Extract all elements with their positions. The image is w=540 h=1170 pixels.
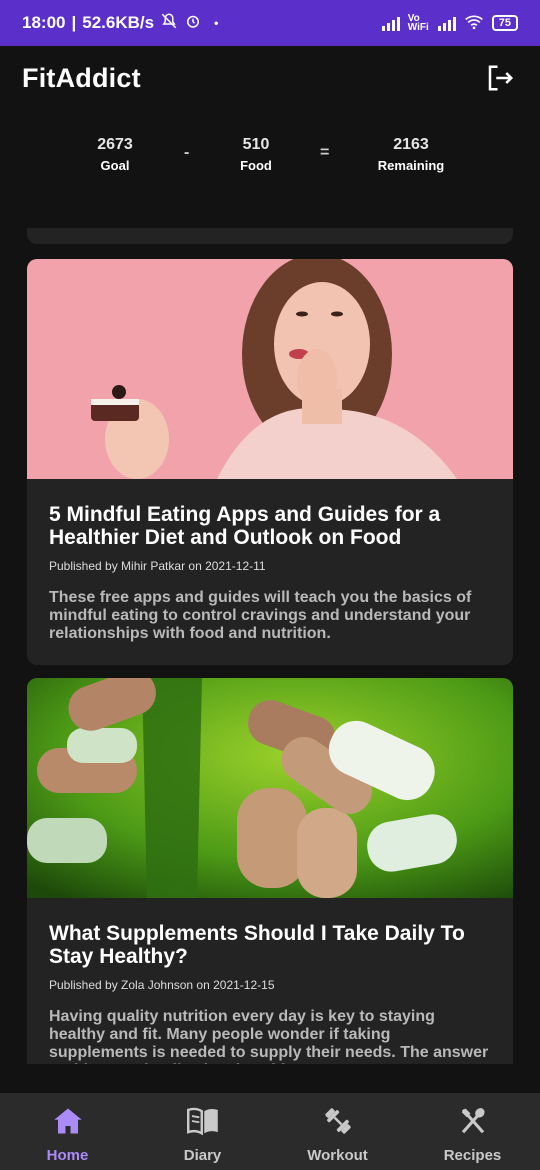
status-left: 18:00 | 52.6KB/s • [22, 12, 218, 35]
nav-diary[interactable]: Diary [135, 1093, 270, 1170]
food-value: 510 [242, 136, 270, 153]
dumbbell-icon [322, 1105, 354, 1137]
article-meta: Published by Zola Johnson on 2021-12-15 [49, 978, 275, 992]
remaining-stat: 2163 Remaining [370, 136, 452, 173]
app-title: FitAddict [22, 62, 141, 93]
food-stat: 510 Food [228, 136, 284, 173]
notification-dot-icon: • [214, 16, 219, 30]
equals-sign: = [320, 144, 330, 161]
status-divider: | [71, 13, 77, 32]
article-description: These free apps and guides will teach yo… [49, 589, 472, 642]
article-meta: Published by Mihir Patkar on 2021-12-11 [49, 559, 266, 573]
alarm-icon [184, 12, 202, 35]
article-body: 5 Mindful Eating Apps and Guides for a H… [27, 479, 513, 665]
remaining-value: 2163 [393, 136, 429, 153]
article-title[interactable]: 5 Mindful Eating Apps and Guides for a H… [49, 503, 491, 549]
logout-icon [488, 65, 514, 91]
cell-signal-icon [381, 15, 400, 31]
cell-signal-2-icon [437, 15, 456, 31]
article-image [27, 259, 513, 479]
status-bar: 18:00 | 52.6KB/s • Vo WiFi 75 [0, 0, 540, 46]
nav-home[interactable]: Home [0, 1093, 135, 1170]
status-time: 18:00 [22, 13, 66, 32]
nav-recipes[interactable]: Recipes [405, 1093, 540, 1170]
article-title[interactable]: What Supplements Should I Take Daily To … [49, 922, 491, 968]
previous-article-card[interactable] [27, 228, 513, 244]
mute-icon [160, 12, 178, 35]
nav-home-label: Home [46, 1147, 89, 1164]
goal-stat: 2673 Goal [84, 136, 146, 173]
wifi-icon [464, 14, 484, 33]
calorie-summary: 2673 Goal - 510 Food = 2163 Remaining [0, 128, 540, 188]
nav-recipes-label: Recipes [443, 1147, 502, 1164]
nav-workout[interactable]: Workout [270, 1093, 405, 1170]
book-icon [186, 1105, 219, 1137]
logout-button[interactable] [482, 60, 518, 96]
article-description: Having quality nutrition every day is ke… [49, 1008, 489, 1064]
bottom-navigation: Home Diary Workout Recipes [0, 1093, 540, 1170]
network-type: Vo WiFi [407, 13, 429, 33]
goal-label: Goal [100, 158, 130, 173]
home-icon [52, 1105, 84, 1137]
goal-value: 2673 [97, 136, 133, 153]
minus-sign: - [184, 144, 190, 161]
article-card[interactable]: What Supplements Should I Take Daily To … [27, 678, 513, 1064]
utensils-icon [457, 1105, 489, 1137]
nav-workout-label: Workout [307, 1147, 368, 1164]
article-card[interactable]: 5 Mindful Eating Apps and Guides for a H… [27, 259, 513, 665]
battery-indicator: 75 [491, 15, 518, 31]
status-right: Vo WiFi 75 [381, 13, 518, 33]
status-speed: 52.6KB/s [82, 13, 155, 32]
article-image [27, 678, 513, 898]
article-feed[interactable]: 5 Mindful Eating Apps and Guides for a H… [0, 228, 540, 1064]
nav-diary-label: Diary [183, 1147, 222, 1164]
app-header: FitAddict [0, 46, 540, 110]
remaining-label: Remaining [377, 158, 445, 173]
article-body: What Supplements Should I Take Daily To … [27, 898, 513, 1064]
food-label: Food [240, 158, 272, 173]
